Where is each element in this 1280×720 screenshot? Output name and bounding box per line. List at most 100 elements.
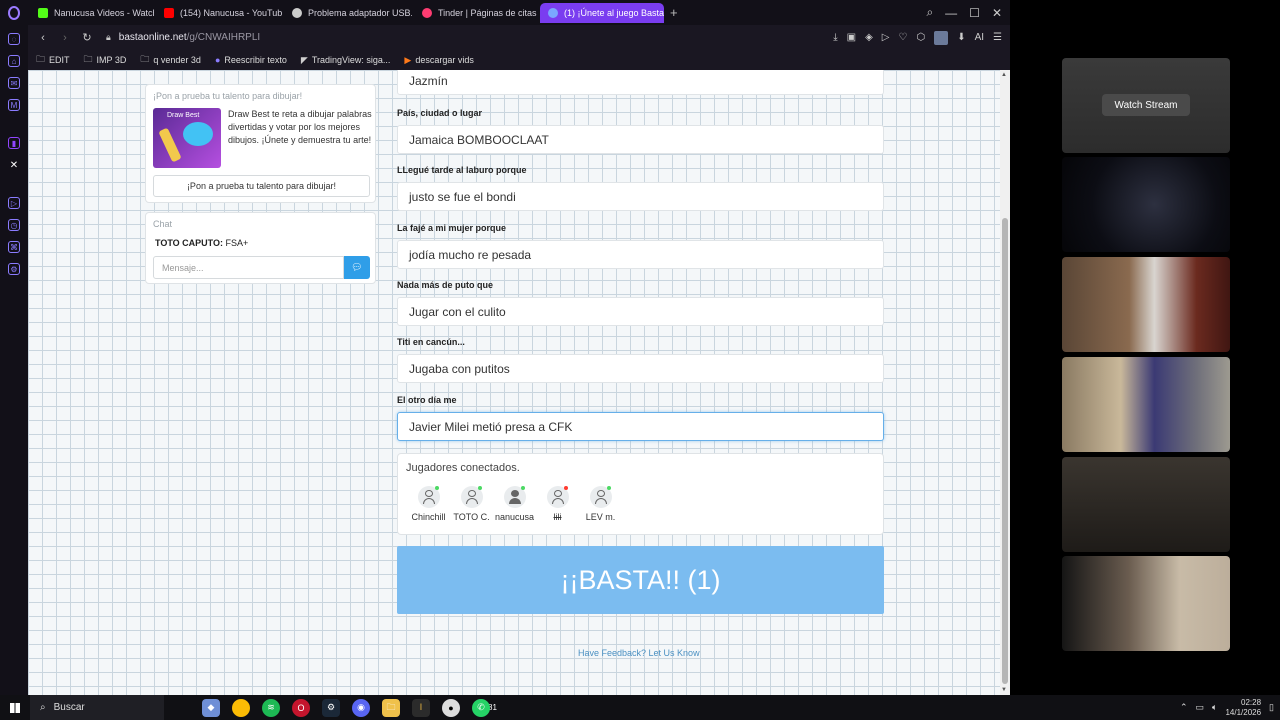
download-icon[interactable]: ⬇: [957, 32, 965, 43]
shield-icon[interactable]: ◈: [865, 32, 873, 43]
url-field[interactable]: bastaonline.net/g/CNWAIHRPLI: [119, 32, 260, 43]
feedback-link[interactable]: Have Feedback? Let Us Know: [578, 648, 700, 658]
field-input[interactable]: jodía mucho re pesada: [397, 240, 884, 269]
draw-best-thumbnail[interactable]: Draw Best: [153, 108, 221, 168]
field-input[interactable]: Jazmín: [397, 70, 884, 95]
stream-preview[interactable]: Watch Stream: [1062, 58, 1230, 153]
participant-video[interactable]: [1062, 157, 1230, 252]
opera-logo-icon[interactable]: [0, 0, 28, 25]
tab-usb[interactable]: Problema adaptador USB...: [284, 3, 412, 23]
bookmark-tradingview[interactable]: ◤ TradingView: siga...: [301, 55, 390, 66]
field-input[interactable]: Jugar con el culito: [397, 297, 884, 326]
search-tabs-icon[interactable]: ⌕: [926, 5, 933, 20]
paintbrush-icon: [158, 127, 182, 163]
bookmark-vender[interactable]: 🗀︎ q vender 3d: [140, 52, 201, 68]
discord-icon[interactable]: ◉: [352, 698, 370, 717]
mail-icon[interactable]: M: [8, 99, 20, 111]
messenger-icon[interactable]: ✉: [8, 77, 20, 89]
user-icon: [503, 486, 526, 508]
opera-gx-icon[interactable]: O: [292, 698, 310, 717]
basta-button[interactable]: ¡¡BASTA!! (1): [397, 546, 884, 614]
forward-button[interactable]: ›: [58, 32, 72, 44]
bookmark-imp3d[interactable]: 🗀︎ IMP 3D: [84, 52, 127, 68]
volume-icon[interactable]: 🔈︎: [1212, 702, 1217, 713]
extensions-icon[interactable]: ⬡: [916, 32, 925, 43]
participant-video[interactable]: [1062, 357, 1230, 452]
reload-button[interactable]: ↻: [80, 31, 94, 44]
player-item[interactable]: LEV m.: [579, 486, 622, 522]
notifications-icon[interactable]: ▯: [1269, 702, 1274, 713]
profile-avatar[interactable]: [934, 30, 949, 45]
basta-icon: [548, 7, 558, 18]
player-item[interactable]: lili: [536, 486, 579, 522]
whatsapp-icon[interactable]: ✆: [472, 698, 490, 717]
close-button[interactable]: ✕: [992, 6, 1002, 20]
field-input[interactable]: justo se fue el bondi: [397, 182, 884, 211]
x-icon[interactable]: ✕: [8, 159, 20, 171]
page-scrollbar[interactable]: ▲ ▼: [1000, 70, 1010, 695]
tab-title: (1) ¡Únete al juego Basta!: [564, 7, 664, 18]
menu-icon[interactable]: ☰: [993, 32, 1002, 43]
tab-tinder[interactable]: Tinder | Páginas de citas: [414, 3, 538, 23]
new-tab-button[interactable]: +: [670, 5, 678, 20]
bookmark-reescribir[interactable]: ● Reescribir texto: [215, 55, 287, 65]
bookmark-descargar[interactable]: ▶ descargar vids: [404, 55, 473, 66]
twitch-icon[interactable]: ▮: [8, 137, 20, 149]
aria-icon[interactable]: ◌: [8, 33, 20, 45]
back-button[interactable]: ‹: [36, 32, 50, 44]
pinboard-icon[interactable]: ⌘: [8, 241, 20, 253]
field-input[interactable]: Jamaica BOMBOOCLAAT: [397, 125, 884, 154]
app-icon[interactable]: Ⅰ: [412, 698, 430, 717]
history-icon[interactable]: ◷: [8, 219, 20, 231]
scroll-up-arrow-icon[interactable]: ▲: [1001, 72, 1007, 78]
clock[interactable]: 02:28 14/1/2026: [1225, 698, 1261, 718]
player-item[interactable]: Chinchill: [407, 486, 450, 522]
form-field-name: Jazmín: [397, 70, 884, 95]
taskbar-search[interactable]: ⌕ Buscar: [30, 695, 164, 720]
player-item[interactable]: TOTO C.: [450, 486, 493, 522]
form-field-otro-dia: El otro día me Javier Milei metió presa …: [397, 395, 884, 441]
player-icon[interactable]: ▷: [8, 197, 20, 209]
windows-start-icon[interactable]: [0, 702, 30, 713]
chrome-icon[interactable]: [232, 698, 250, 717]
network-icon[interactable]: ▭: [1196, 702, 1205, 713]
scroll-down-arrow-icon[interactable]: ▼: [1001, 687, 1007, 693]
settings-icon[interactable]: ⚙: [8, 263, 20, 275]
tab-kick[interactable]: Nanucusa Videos - Watch: [30, 3, 154, 23]
folder-icon: 🗀︎: [83, 54, 93, 64]
steam-icon[interactable]: ⚙: [322, 698, 340, 717]
lock-icon[interactable]: 🔒︎: [106, 32, 111, 43]
minimize-button[interactable]: —: [945, 6, 957, 20]
bookmark-edit[interactable]: 🗀︎ EDIT: [36, 52, 70, 68]
field-input[interactable]: Javier Milei metió presa a CFK: [397, 412, 884, 441]
participant-video[interactable]: [1062, 556, 1230, 651]
promo-button[interactable]: ¡Pon a prueba tu talento para dibujar!: [153, 175, 370, 197]
tab-bar: Nanucusa Videos - Watch (154) Nanucusa -…: [0, 0, 1010, 25]
camera-icon[interactable]: ▣: [847, 32, 856, 43]
address-bar: ‹ › ↻ 🔒︎ bastaonline.net/g/CNWAIHRPLI ⤓ …: [28, 25, 1010, 50]
watch-stream-button[interactable]: Watch Stream: [1102, 94, 1190, 116]
participant-video[interactable]: [1062, 257, 1230, 352]
send-message-button[interactable]: 💬︎: [344, 256, 370, 279]
user-icon: [589, 486, 612, 508]
tab-basta[interactable]: (1) ¡Únete al juego Basta!: [540, 2, 664, 23]
field-label: Titi en cancún...: [397, 337, 465, 347]
file-explorer-icon[interactable]: 🗀︎: [382, 698, 400, 717]
scrollbar-thumb[interactable]: [1002, 218, 1008, 684]
maximize-button[interactable]: ☐: [969, 6, 980, 20]
tab-youtube[interactable]: (154) Nanucusa - YouTube: [156, 3, 282, 23]
workspaces-icon[interactable]: ⌂: [8, 55, 20, 67]
ai-button[interactable]: AI: [975, 32, 984, 43]
obs-icon[interactable]: ●: [442, 698, 460, 717]
participant-video[interactable]: [1062, 457, 1230, 552]
spotify-icon[interactable]: ≋: [262, 698, 280, 717]
heart-icon[interactable]: ♡: [898, 32, 907, 43]
chat-input[interactable]: Mensaje...: [153, 256, 344, 279]
player-item[interactable]: nanucusa: [493, 486, 536, 522]
play-icon[interactable]: ▷: [882, 32, 890, 43]
connected-players: Jugadores conectados. Chinchill TOTO C. …: [397, 453, 884, 535]
snapshot-icon[interactable]: ⤓: [833, 32, 837, 43]
chevron-up-icon[interactable]: ⌃: [1180, 702, 1188, 713]
copilot-icon[interactable]: ◆: [202, 698, 220, 717]
field-input[interactable]: Jugaba con putitos: [397, 354, 884, 383]
